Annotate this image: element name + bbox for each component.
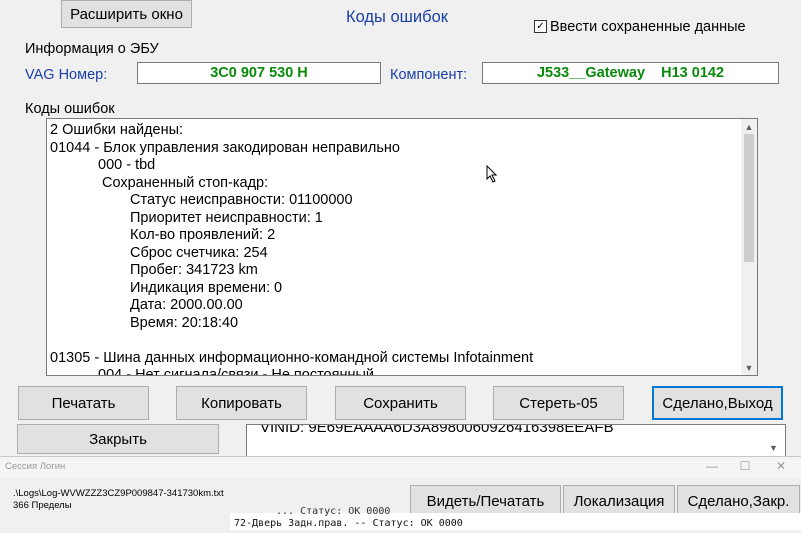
list-item: Сброс счетчика: 254: [130, 245, 268, 261]
list-item: Приоритет неисправности: 1: [130, 210, 323, 226]
list-item: Статус неисправности: 01100000: [130, 192, 353, 208]
list-item: Сохраненный стоп-кадр:: [102, 175, 269, 191]
vag-number-label: VAG Номер:: [25, 67, 108, 83]
component-field: J533__Gateway H13 0142: [482, 62, 779, 84]
save-button[interactable]: Сохранить: [335, 386, 466, 420]
scroll-up-icon[interactable]: ▲: [741, 119, 757, 134]
vag-number-field: 3C0 907 530 H: [137, 62, 381, 84]
list-item: 01044 - Блок управления закодирован непр…: [50, 140, 400, 156]
dialog-title: Коды ошибок: [346, 8, 448, 26]
scroll-down-icon[interactable]: ▼: [741, 360, 757, 375]
list-item: Индикация времени: 0: [130, 280, 283, 296]
log-path: .\Logs\Log-WVWZZZ3CZ9P009847-341730km.tx…: [13, 488, 224, 499]
chevron-down-icon[interactable]: ▼: [769, 443, 778, 453]
maximize-icon[interactable]: ☐: [735, 459, 755, 475]
login-titlebar: Сессия Логин — ☐ ✕: [0, 457, 801, 477]
fault-codes-label: Коды ошибок: [25, 101, 115, 117]
list-item: Кол-во проявлений: 2: [130, 227, 276, 243]
print-button[interactable]: Печатать: [18, 386, 149, 420]
list-item: Время: 20:18:40: [130, 315, 239, 331]
check-icon: ✓: [536, 21, 545, 32]
fault-codes-list[interactable]: 2 Ошибки найдены: 01044 - Блок управлени…: [46, 118, 758, 376]
vin-textbox: VINID: 9E69EAAAA6D3A8980060926416398EEAF…: [246, 424, 786, 458]
list-item: 2 Ошибки найдены:: [50, 122, 184, 138]
list-item: Дата: 2000.00.00: [130, 297, 243, 313]
expand-window-button[interactable]: Расширить окно: [61, 0, 192, 28]
list-scrollbar[interactable]: ▲ ▼: [741, 119, 757, 375]
done-exit-button[interactable]: Сделано,Выход: [652, 386, 783, 420]
close-icon[interactable]: ✕: [771, 459, 791, 475]
clear-codes-button[interactable]: Стереть-05: [493, 386, 624, 420]
saved-data-checkbox[interactable]: ✓: [534, 20, 547, 33]
limits-text: 366 Пределы: [13, 500, 72, 511]
copy-button[interactable]: Копировать: [176, 386, 307, 420]
list-item: 01305 - Шина данных информационно-команд…: [50, 350, 534, 366]
mouse-cursor-icon: [486, 165, 498, 183]
ecu-section-label: Информация о ЭБУ: [25, 41, 159, 57]
vin-text: VINID: 9E69EAAAA6D3A8980060926416398EEAF…: [260, 424, 614, 436]
log-output: ... Статус: OK 0000 72-Дверь Задн.прав. …: [230, 506, 801, 530]
login-title: Сессия Логин: [5, 461, 66, 472]
scrollbar-thumb[interactable]: [744, 134, 754, 262]
list-item: 004 - Нет сигнала/связи - Не постоянный: [98, 367, 375, 376]
list-item: 000 - tbd: [98, 157, 156, 173]
list-item: Пробег: 341723 km: [130, 262, 258, 278]
component-label: Компонент:: [390, 67, 468, 83]
minimize-icon[interactable]: —: [702, 459, 722, 475]
saved-data-checkbox-label[interactable]: Ввести сохраненные данные: [550, 19, 746, 35]
close-button[interactable]: Закрыть: [17, 424, 219, 454]
